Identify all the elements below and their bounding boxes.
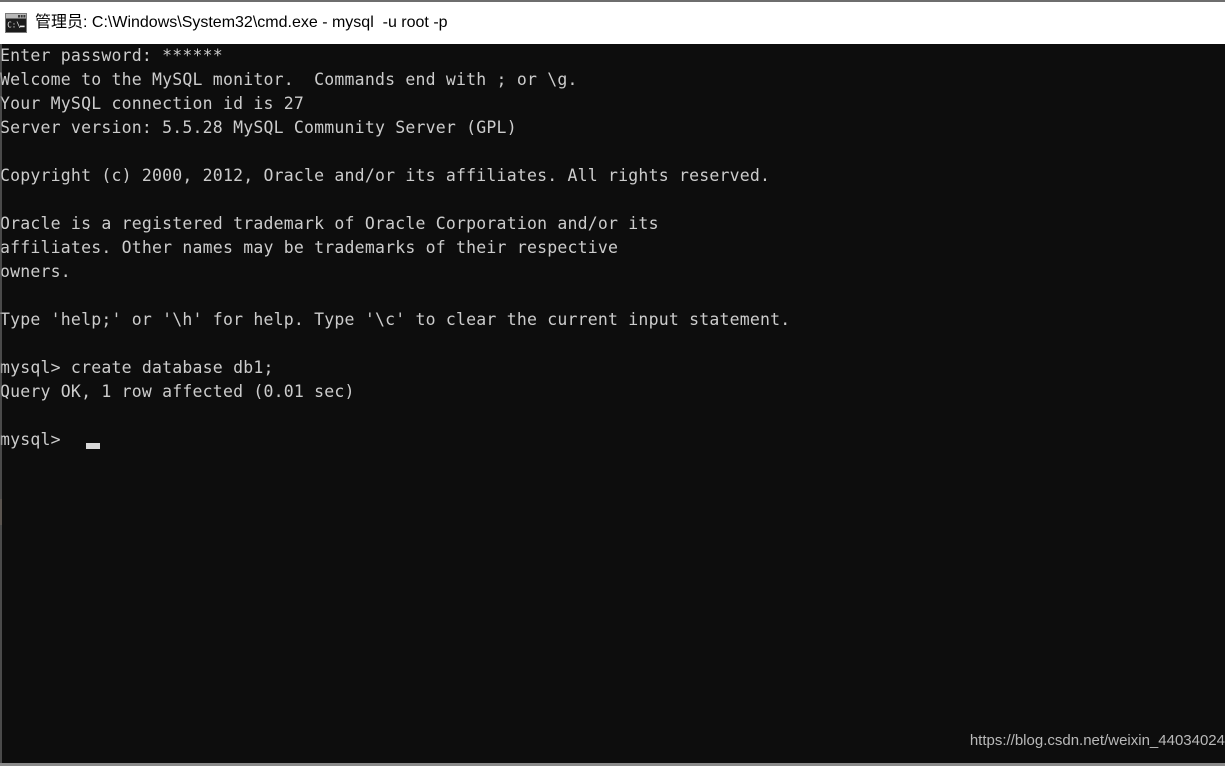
cmd-console-icon: C:\ [5,13,27,33]
window-titlebar[interactable]: C:\ 管理员: C:\Windows\System32\cmd.exe - m… [0,0,1225,44]
terminal-line: Your MySQL connection id is 27 [0,94,305,113]
watermark-text: https://blog.csdn.net/weixin_44034024 [969,732,1225,749]
terminal-line: Oracle is a registered trademark of Orac… [0,214,659,233]
terminal-line: affiliates. Other names may be trademark… [0,238,619,257]
terminal-line: Query OK, 1 row affected (0.01 sec) [0,382,355,401]
terminal-output-area[interactable]: Enter password: ****** Welcome to the MyS… [0,44,1225,764]
window-left-border [0,44,2,766]
window-title: 管理员: C:\Windows\System32\cmd.exe - mysql… [35,14,448,31]
terminal-line: Type 'help;' or '\h' for help. Type '\c'… [0,310,791,329]
prompt-line: mysql> [0,430,71,449]
terminal-line: mysql> create database db1; [0,358,274,377]
terminal-line: Server version: 5.5.28 MySQL Community S… [0,118,517,137]
console-text: Enter password: ****** Welcome to the MyS… [0,44,790,428]
terminal-line: Copyright (c) 2000, 2012, Oracle and/or … [0,166,771,185]
text-cursor [86,443,100,449]
terminal-line: Welcome to the MySQL monitor. Commands e… [0,70,578,89]
terminal-line: Enter password: ****** [0,46,223,65]
cmd-window: C:\ 管理员: C:\Windows\System32\cmd.exe - m… [0,0,1225,766]
svg-text:C:\: C:\ [7,21,21,30]
terminal-line: owners. [0,262,71,281]
